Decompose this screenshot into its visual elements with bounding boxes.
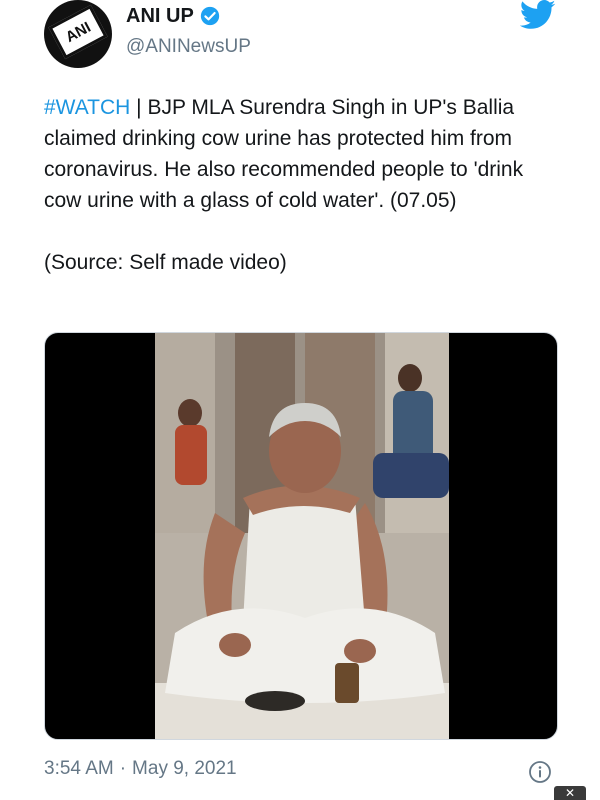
ani-logo: ANI bbox=[48, 4, 108, 60]
video-frame[interactable] bbox=[155, 333, 449, 739]
hashtag-link[interactable]: #WATCH bbox=[44, 96, 130, 119]
video-still-image bbox=[155, 333, 449, 739]
tweet-text: #WATCH | BJP MLA Surendra Singh in UP's … bbox=[44, 92, 564, 278]
tweet-date[interactable]: May 9, 2021 bbox=[132, 758, 237, 780]
tweet-timestamp[interactable]: 3:54 AM · May 9, 2021 bbox=[44, 758, 237, 780]
tweet-body: #WATCH | BJP MLA Surendra Singh in UP's … bbox=[44, 92, 564, 216]
author-display-name[interactable]: ANI UP bbox=[126, 5, 194, 28]
twitter-bird-icon[interactable] bbox=[520, 0, 556, 30]
close-icon[interactable]: ✕ bbox=[554, 786, 586, 800]
avatar[interactable]: ANI bbox=[44, 0, 112, 68]
timestamp-separator: · bbox=[119, 758, 127, 779]
avatar-logo-text: ANI bbox=[62, 18, 94, 46]
close-symbol: ✕ bbox=[564, 786, 576, 800]
tweet-source-line: (Source: Self made video) bbox=[44, 251, 287, 274]
author-handle[interactable]: @ANINewsUP bbox=[126, 36, 251, 58]
video-player[interactable] bbox=[44, 332, 558, 740]
tweet-time[interactable]: 3:54 AM bbox=[44, 758, 114, 780]
verified-badge-icon bbox=[200, 6, 219, 26]
tweet-page: ANI ANI UP @ANINewsUP #WATCH | BJP MLA S… bbox=[0, 0, 600, 800]
tweet-header: ANI ANI UP @ANINewsUP bbox=[0, 0, 600, 80]
author-name-row[interactable]: ANI UP bbox=[126, 2, 220, 30]
info-icon[interactable] bbox=[528, 760, 552, 784]
